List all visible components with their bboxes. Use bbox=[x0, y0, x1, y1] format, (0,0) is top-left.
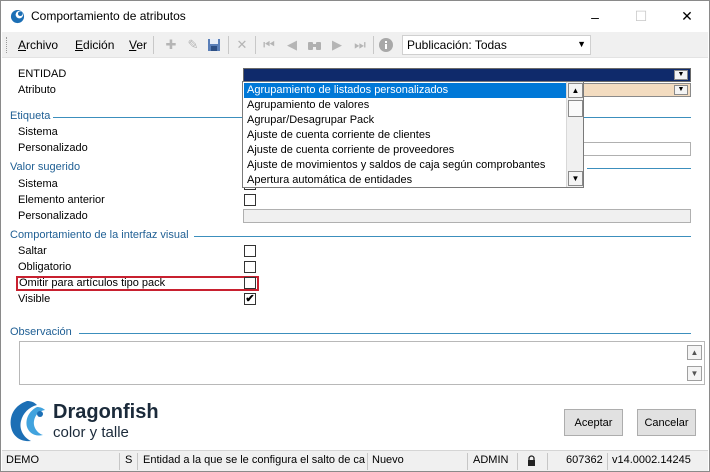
personalizado-label: Personalizado bbox=[18, 142, 88, 154]
status-flag: S bbox=[125, 454, 133, 466]
last-icon[interactable]: ⏭ bbox=[351, 36, 369, 54]
lock-icon bbox=[528, 455, 535, 466]
status-mode: DEMO bbox=[6, 454, 39, 466]
atributo-label: Atributo bbox=[18, 84, 56, 96]
status-number: 607362 bbox=[566, 454, 603, 466]
app-icon bbox=[10, 9, 25, 24]
visible-label: Visible bbox=[18, 293, 51, 305]
dropdown-option[interactable]: Ajuste de cuenta corriente de clientes bbox=[244, 128, 566, 143]
status-separator bbox=[517, 453, 518, 470]
menu-archivo[interactable]: Archivo bbox=[18, 38, 58, 52]
entidad-field[interactable]: ▼ bbox=[243, 68, 691, 82]
personalizado-valor-input[interactable] bbox=[243, 209, 691, 223]
toolbar-separator bbox=[153, 36, 154, 54]
obligatorio-label: Obligatorio bbox=[18, 261, 72, 273]
minimize-button[interactable]: – bbox=[572, 1, 618, 32]
personalizado-etiqueta-input[interactable] bbox=[581, 142, 691, 156]
status-separator bbox=[119, 453, 120, 470]
title-bar: Comportamiento de atributos – ☐ ✕ bbox=[1, 1, 709, 32]
close-button[interactable]: ✕ bbox=[664, 1, 710, 32]
dropdown-option[interactable]: Agrupar/Desagrupar Pack bbox=[244, 113, 566, 128]
status-separator bbox=[547, 453, 548, 470]
status-version: v14.0002.14245 bbox=[612, 454, 691, 466]
entidad-label: ENTIDAD bbox=[18, 68, 67, 80]
obligatorio-checkbox[interactable] bbox=[244, 261, 256, 273]
status-separator bbox=[467, 453, 468, 470]
section-divider bbox=[194, 236, 691, 237]
status-separator bbox=[137, 453, 138, 470]
atributo-dropdown-list[interactable]: Agrupamiento de listados personalizados … bbox=[242, 81, 584, 188]
scroll-down-icon[interactable]: ▼ bbox=[687, 366, 702, 381]
dragonfish-logo-icon bbox=[10, 401, 45, 442]
info-icon[interactable] bbox=[377, 36, 395, 54]
section-comportamiento: Comportamiento de la interfaz visual bbox=[10, 229, 189, 241]
sistema-valor-label: Sistema bbox=[18, 178, 58, 190]
dropdown-option[interactable]: Ajuste de cuenta corriente de proveedore… bbox=[244, 143, 566, 158]
next-icon[interactable]: ▶ bbox=[328, 36, 346, 54]
previous-icon[interactable]: ◀ bbox=[283, 36, 301, 54]
menu-edicion[interactable]: Edición bbox=[75, 38, 114, 52]
section-valor-sugerido: Valor sugerido bbox=[10, 161, 81, 173]
omitir-pack-checkbox[interactable] bbox=[244, 277, 256, 289]
maximize-button[interactable]: ☐ bbox=[618, 1, 664, 32]
logo-name: Dragonfish bbox=[53, 401, 159, 423]
chevron-down-icon[interactable]: ▼ bbox=[674, 70, 688, 80]
scroll-down-icon[interactable]: ▼ bbox=[568, 171, 583, 186]
toolbar-grip bbox=[6, 37, 9, 53]
first-icon[interactable]: ⏮ bbox=[260, 36, 278, 54]
window-title: Comportamiento de atributos bbox=[31, 9, 186, 23]
status-separator bbox=[367, 453, 368, 470]
toolbar-separator bbox=[373, 36, 374, 54]
status-state: Nuevo bbox=[372, 454, 404, 466]
menu-ver[interactable]: Ver bbox=[129, 38, 147, 52]
observacion-textarea[interactable]: ▲ ▼ bbox=[19, 341, 705, 385]
observacion-scrollbar[interactable]: ▲ ▼ bbox=[686, 343, 703, 383]
dropdown-option[interactable]: Agrupamiento de listados personalizados bbox=[244, 83, 566, 98]
elemento-anterior-label: Elemento anterior bbox=[18, 194, 105, 206]
pencil-icon[interactable]: ✎ bbox=[184, 36, 202, 54]
status-message: Entidad a la que se le configura el salt… bbox=[143, 454, 365, 466]
toolbar-separator bbox=[255, 36, 256, 54]
logo-subtitle: color y talle bbox=[53, 424, 129, 441]
dropdown-scrollbar[interactable]: ▲ ▼ bbox=[566, 82, 583, 187]
section-etiqueta: Etiqueta bbox=[10, 110, 51, 122]
sistema-label: Sistema bbox=[18, 126, 58, 138]
plus-icon[interactable]: ✚ bbox=[162, 36, 180, 54]
personalizado-valor-label: Personalizado bbox=[18, 210, 88, 222]
search-icon[interactable] bbox=[305, 36, 323, 54]
visible-checkbox[interactable]: ✔ bbox=[244, 293, 256, 305]
cancel-button[interactable]: Cancelar bbox=[637, 409, 696, 436]
chevron-down-icon: ▼ bbox=[577, 39, 586, 49]
dropdown-option[interactable]: Ajuste de movimientos y saldos de caja s… bbox=[244, 158, 566, 173]
status-user: ADMIN bbox=[473, 454, 509, 466]
menu-toolbar: Archivo Edición Ver ✚ ✎ ✕ ⏮ ◀ ▶ ⏭ Public… bbox=[2, 32, 708, 58]
status-bar: DEMO S Entidad a la que se le configura … bbox=[2, 450, 708, 471]
saltar-label: Saltar bbox=[18, 245, 47, 257]
elemento-anterior-checkbox[interactable] bbox=[244, 194, 256, 206]
save-icon[interactable] bbox=[205, 36, 223, 54]
chevron-down-icon[interactable]: ▼ bbox=[674, 85, 688, 95]
dropdown-option[interactable]: Agrupamiento de valores bbox=[244, 98, 566, 113]
scroll-up-icon[interactable]: ▲ bbox=[687, 345, 702, 360]
scroll-up-icon[interactable]: ▲ bbox=[568, 83, 583, 98]
delete-icon[interactable]: ✕ bbox=[233, 36, 251, 54]
omitir-pack-label: Omitir para artículos tipo pack bbox=[19, 277, 166, 289]
toolbar-separator bbox=[228, 36, 229, 54]
section-divider bbox=[587, 168, 691, 169]
scroll-thumb[interactable] bbox=[568, 100, 583, 117]
dialog-window: Comportamiento de atributos – ☐ ✕ Archiv… bbox=[0, 0, 710, 472]
accept-button[interactable]: Aceptar bbox=[564, 409, 623, 436]
publication-select[interactable]: Publicación: Todas ▼ bbox=[402, 35, 591, 55]
dropdown-option[interactable]: Apertura automática de entidades bbox=[244, 173, 566, 187]
section-divider bbox=[79, 333, 691, 334]
saltar-checkbox[interactable] bbox=[244, 245, 256, 257]
status-separator bbox=[607, 453, 608, 470]
publication-value: Publicación: Todas bbox=[407, 38, 507, 52]
section-observacion: Observación bbox=[10, 326, 72, 338]
